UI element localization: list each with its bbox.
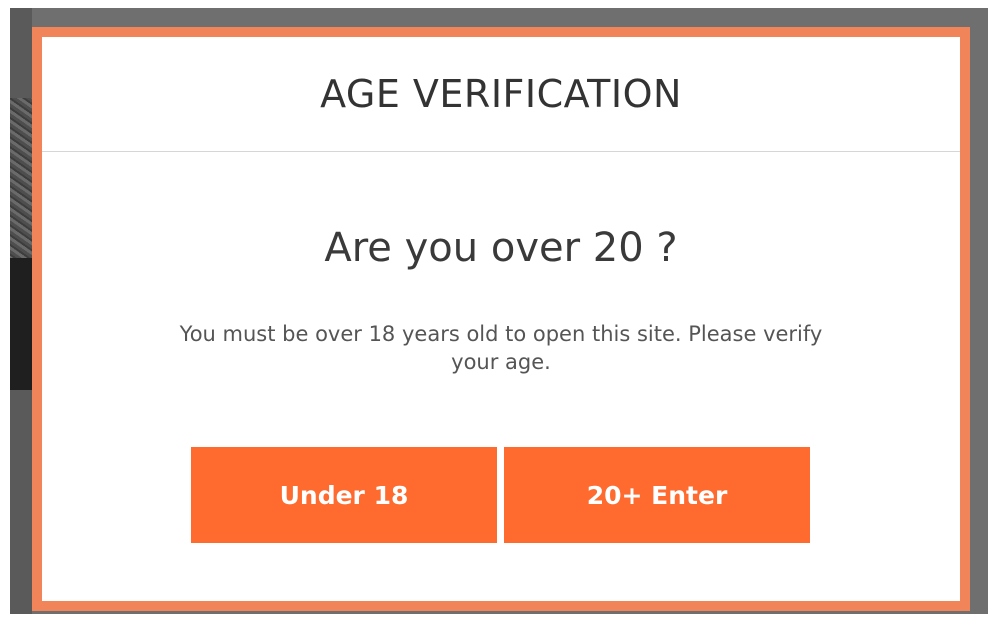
under-18-button[interactable]: Under 18 [191, 447, 497, 543]
modal-title: AGE VERIFICATION [320, 72, 682, 116]
enter-button[interactable]: 20+ Enter [504, 447, 810, 543]
age-verification-modal: AGE VERIFICATION Are you over 20 ? You m… [32, 27, 970, 611]
age-message: You must be over 18 years old to open th… [179, 322, 823, 374]
page: AGE VERIFICATION Are you over 20 ? You m… [0, 0, 988, 622]
age-question: Are you over 20 ? [324, 225, 678, 271]
modal-header: AGE VERIFICATION [42, 37, 960, 152]
